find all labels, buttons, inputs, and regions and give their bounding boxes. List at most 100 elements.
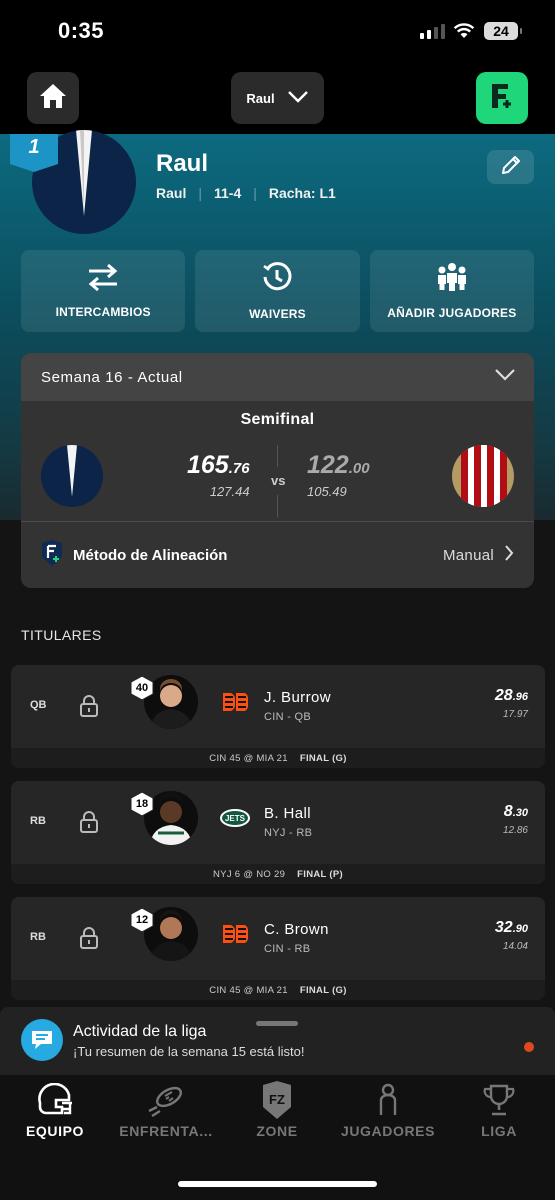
home-projected: 127.44 <box>209 484 250 499</box>
pencil-icon <box>500 154 522 181</box>
fantasy-zone-button[interactable] <box>476 72 528 124</box>
edit-team-button[interactable] <box>487 150 534 184</box>
cellular-signal-icon <box>420 24 445 39</box>
nav-league[interactable]: LIGA <box>444 1081 554 1139</box>
jersey-number: 40 <box>135 682 149 694</box>
away-score-int: 122 <box>307 451 349 479</box>
nav-zone[interactable]: FZ ZONE <box>222 1081 332 1139</box>
player-name[interactable]: J. Burrow <box>264 689 331 706</box>
bengals-logo-icon <box>218 691 252 713</box>
player-points: 32.90 14.04 <box>495 919 528 952</box>
nav-league-label: LIGA <box>481 1123 517 1139</box>
team-meta: Raul | 11-4 | Racha: L1 <box>156 185 336 201</box>
league-activity-banner[interactable]: Actividad de la liga ¡Tu resumen de la s… <box>0 1007 555 1075</box>
lock-icon[interactable] <box>79 811 99 838</box>
home-team-avatar <box>41 445 103 507</box>
activity-title: Actividad de la liga <box>73 1023 207 1040</box>
nav-zone-label: ZONE <box>256 1123 298 1139</box>
game-score: CIN 45 @ MIA 21 <box>209 984 288 996</box>
points-dec: .90 <box>512 923 528 935</box>
jersey-number-badge: 40 <box>129 675 155 701</box>
game-info: NYJ 6 @ NO 29 FINAL (P) <box>11 864 545 884</box>
points-dec: .30 <box>512 807 528 819</box>
game-score: NYJ 6 @ NO 29 <box>213 868 286 880</box>
drag-handle[interactable] <box>256 1021 298 1026</box>
wifi-icon <box>453 22 475 45</box>
status-time: 0:35 <box>58 18 105 43</box>
player-name[interactable]: C. Brown <box>264 921 329 938</box>
team-record: 11-4 <box>213 185 242 201</box>
nav-team[interactable]: EQUIPO <box>0 1081 110 1139</box>
away-score-dec: .00 <box>348 460 370 477</box>
points-int: 8 <box>503 803 513 820</box>
battery-icon: 24 <box>484 22 522 40</box>
status-bar: 0:35 24 <box>0 0 555 64</box>
vs-label: vs <box>271 473 286 488</box>
activity-subtitle: ¡Tu resumen de la semana 15 está listo! <box>73 1044 305 1059</box>
svg-text:JETS: JETS <box>225 814 246 823</box>
player-points: 28.96 17.97 <box>495 687 528 720</box>
player-position: RB <box>30 815 46 827</box>
matchup-card: Semana 16 - Actual Semifinal 165.76 127.… <box>21 353 534 588</box>
team-actions: INTERCAMBIOS WAIVERS AÑADIR JUGADORES <box>21 250 534 332</box>
waivers-button[interactable]: WAIVERS <box>195 250 360 332</box>
add-players-button[interactable]: AÑADIR JUGADORES <box>369 250 534 332</box>
lineup-method-row[interactable]: Método de Alineación Manual <box>21 521 534 588</box>
nav-players[interactable]: JUGADORES <box>333 1081 443 1139</box>
lock-icon[interactable] <box>79 927 99 954</box>
rank-number: 1 <box>28 136 40 158</box>
lock-icon[interactable] <box>79 695 99 722</box>
starters-heading: TITULARES <box>21 627 102 643</box>
rank-badge: 1 <box>10 134 58 172</box>
team-selector-dropdown[interactable]: Raul <box>231 72 324 124</box>
home-indicator[interactable] <box>178 1181 377 1187</box>
game-info: CIN 45 @ MIA 21 FINAL (G) <box>11 748 545 768</box>
jersey-number-badge: 18 <box>129 791 155 817</box>
fz-logo-icon <box>486 80 518 117</box>
player-team-position: NYJ - RB <box>264 827 313 839</box>
player-row[interactable]: RB 12 C. Brown CIN - RB 32.90 14.04 CIN … <box>11 897 545 1000</box>
waivers-label: WAIVERS <box>249 307 306 321</box>
team-name: Raul <box>156 150 209 177</box>
points-int: 28 <box>494 687 513 704</box>
chevron-down-icon <box>287 90 309 107</box>
round-label: Semifinal <box>240 411 315 428</box>
game-score: CIN 45 @ MIA 21 <box>209 752 288 764</box>
away-score: 122.00 105.49 <box>307 451 370 499</box>
swap-arrows-icon <box>86 263 120 296</box>
game-status: FINAL (G) <box>299 984 347 996</box>
projected-points: 17.97 <box>502 709 528 720</box>
projected-points: 12.86 <box>502 825 528 836</box>
clock-waivers-icon <box>261 261 293 298</box>
points-int: 32 <box>494 919 513 936</box>
nav-matchup-label: ENFRENTA... <box>119 1123 213 1139</box>
top-header: Raul <box>0 64 555 134</box>
away-projected: 105.49 <box>307 484 347 499</box>
helmet-icon <box>0 1081 110 1119</box>
player-team-position: CIN - QB <box>264 711 312 723</box>
player-position: QB <box>30 699 47 711</box>
player-position: RB <box>30 931 46 943</box>
projected-points: 14.04 <box>502 941 528 952</box>
jersey-number: 18 <box>135 798 149 810</box>
team-selector-label: Raul <box>246 90 275 106</box>
lineup-method-label: Método de Alineación <box>73 546 228 564</box>
add-players-icon <box>435 262 469 297</box>
trades-button[interactable]: INTERCAMBIOS <box>21 250 186 332</box>
trophy-icon <box>444 1081 554 1119</box>
chat-bubble-icon <box>21 1019 63 1061</box>
player-row[interactable]: RB 18 JETS B. Hall NYJ - RB 8.30 12.86 N… <box>11 781 545 884</box>
player-points: 8.30 12.86 <box>503 803 528 836</box>
add-players-label: AÑADIR JUGADORES <box>387 306 517 320</box>
home-button[interactable] <box>27 72 79 124</box>
player-team-position: CIN - RB <box>264 943 311 955</box>
week-selector[interactable]: Semana 16 - Actual <box>21 353 534 401</box>
nav-team-label: EQUIPO <box>25 1123 85 1139</box>
lineup-method-value: Manual <box>443 546 494 564</box>
nav-matchup[interactable]: ENFRENTA... <box>111 1081 221 1139</box>
home-score-dec: .76 <box>228 460 250 477</box>
player-name[interactable]: B. Hall <box>264 805 311 822</box>
fz-shield-icon: FZ <box>222 1081 332 1119</box>
player-row[interactable]: QB 40 J. Burrow CIN - QB 28.96 17.97 CIN… <box>11 665 545 768</box>
home-score: 165.76 127.44 <box>187 451 250 499</box>
